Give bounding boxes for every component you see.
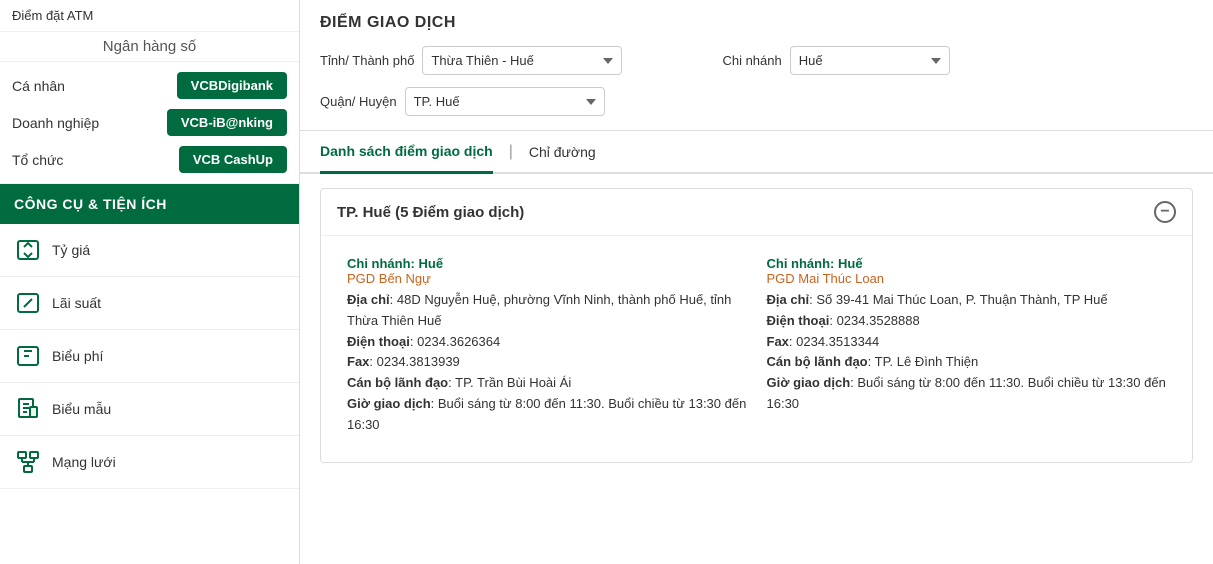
cb-label-0: Cán bộ lãnh đạo [347,375,448,390]
results-section: TP. Huế (5 Điểm giao dịch) − Chi nhánh: … [300,174,1213,487]
percent-icon [14,289,42,317]
sidebar-atm-label: Điểm đặt ATM [0,0,299,32]
bieu-mau-label: Biểu mẫu [52,401,111,417]
sidebar-tools: CÔNG CỤ & TIỆN ÍCH Tỷ giá [0,184,299,489]
ca-nhan-label: Cá nhân [12,78,65,94]
tab-separator: | [509,143,513,161]
dia-chi-label-0: Địa chỉ [347,292,390,307]
dia-chi-1: Số 39-41 Mai Thúc Loan, P. Thuận Thành, … [816,292,1107,307]
cb-0: TP. Trần Bùi Hoài Ái [455,375,571,390]
quan-select[interactable]: TP. Huế [405,87,605,116]
cb-label-1: Cán bộ lãnh đạo [767,354,868,369]
branch-card-1: Chi nhánh: Huế PGD Mai Thúc Loan Địa chỉ… [757,246,1177,446]
pgd-1[interactable]: PGD Mai Thúc Loan [767,271,1167,286]
vcbcashup-button[interactable]: VCB CashUp [179,146,287,173]
tag-icon [14,342,42,370]
exchange-icon [14,236,42,264]
chi-nhanh-select[interactable]: Huế [790,46,950,75]
doanh-nghiep-label: Doanh nghiệp [12,115,99,131]
tabs-section: Danh sách điểm giao dịch | Chỉ đường [300,131,1213,174]
filter-row-1: Tỉnh/ Thành phố Thừa Thiên - Huế Chi nhá… [320,46,1193,75]
bieu-phi-label: Biểu phí [52,348,103,364]
chi-nhanh-0: Chi nhánh: Huế [347,256,747,271]
dia-chi-0: 48D Nguyễn Huệ, phường Vĩnh Ninh, thành … [347,292,731,328]
tools-item-ty-gia[interactable]: Tỷ giá [0,224,299,277]
dgd-title: ĐIỂM GIAO DỊCH [320,14,1193,32]
sidebar-digital-bank: Ngân hàng số [0,32,299,62]
vcbdigibank-button[interactable]: VCBDigibank [177,72,287,99]
filter-chi-nhanh: Chi nhánh Huế [722,46,949,75]
tools-item-mang-luoi[interactable]: Mạng lưới [0,436,299,489]
location-group: TP. Huế (5 Điểm giao dịch) − Chi nhánh: … [320,188,1193,463]
tab-danh-sach[interactable]: Danh sách điểm giao dịch [320,131,493,174]
account-item-to-chuc: Tổ chức VCB CashUp [12,146,287,173]
tab-chi-duong[interactable]: Chỉ đường [529,132,596,172]
tools-list: Tỷ giá Lãi suất [0,224,299,489]
branch-detail-0: Địa chỉ: 48D Nguyễn Huệ, phường Vĩnh Nin… [347,290,747,436]
tools-header: CÔNG CỤ & TIỆN ÍCH [0,184,299,224]
gio-label-0: Giờ giao dịch [347,396,431,411]
tools-item-bieu-mau[interactable]: Biểu mẫu [0,383,299,436]
quan-label: Quận/ Huyện [320,94,397,109]
filter-tinh: Tỉnh/ Thành phố Thừa Thiên - Huế [320,46,622,75]
dt-label-0: Điện thoại [347,334,410,349]
branches-grid: Chi nhánh: Huế PGD Bến Ngự Địa chỉ: 48D … [321,235,1192,462]
ty-gia-label: Tỷ giá [52,242,90,258]
sidebar: Điểm đặt ATM Ngân hàng số Cá nhân VCBDig… [0,0,300,564]
dia-chi-label-1: Địa chỉ [767,292,810,307]
vcbibanking-button[interactable]: VCB-iB@nking [167,109,287,136]
branch-card-0: Chi nhánh: Huế PGD Bến Ngự Địa chỉ: 48D … [337,246,757,446]
sidebar-accounts: Cá nhân VCBDigibank Doanh nghiệp VCB-iB@… [0,62,299,184]
dt-0: 0234.3626364 [417,334,500,349]
chi-nhanh-label: Chi nhánh [722,53,781,68]
dt-label-1: Điện thoại [767,313,830,328]
tools-item-bieu-phi[interactable]: Biểu phí [0,330,299,383]
chi-nhanh-1: Chi nhánh: Huế [767,256,1167,271]
cb-1: TP. Lê Đình Thiện [875,354,979,369]
fax-0: 0234.3813939 [377,354,460,369]
dt-1: 0234.3528888 [837,313,920,328]
network-icon [14,448,42,476]
fax-label-0: Fax [347,354,369,369]
account-item-ca-nhan: Cá nhân VCBDigibank [12,72,287,99]
tinh-label: Tỉnh/ Thành phố [320,53,414,68]
location-header: TP. Huế (5 Điểm giao dịch) − [321,189,1192,235]
main-content: ĐIỂM GIAO DỊCH Tỉnh/ Thành phố Thừa Thiê… [300,0,1213,564]
lai-suat-label: Lãi suất [52,295,101,311]
to-chuc-label: Tổ chức [12,152,63,168]
mang-luoi-label: Mạng lưới [52,454,116,470]
location-title: TP. Huế (5 Điểm giao dịch) [337,204,524,221]
fax-1: 0234.3513344 [796,334,879,349]
filter-quan: Quận/ Huyện TP. Huế [320,87,605,116]
pgd-0[interactable]: PGD Bến Ngự [347,271,747,286]
fax-label-1: Fax [767,334,789,349]
gio-label-1: Giờ giao dịch [767,375,851,390]
doc-icon [14,395,42,423]
tinh-select[interactable]: Thừa Thiên - Huế [422,46,622,75]
tools-item-lai-suat[interactable]: Lãi suất [0,277,299,330]
account-item-doanh-nghiep: Doanh nghiệp VCB-iB@nking [12,109,287,136]
dgd-section: ĐIỂM GIAO DỊCH Tỉnh/ Thành phố Thừa Thiê… [300,0,1213,131]
filter-row-2: Quận/ Huyện TP. Huế [320,87,1193,116]
branch-detail-1: Địa chỉ: Số 39-41 Mai Thúc Loan, P. Thuậ… [767,290,1167,415]
collapse-button[interactable]: − [1154,201,1176,223]
